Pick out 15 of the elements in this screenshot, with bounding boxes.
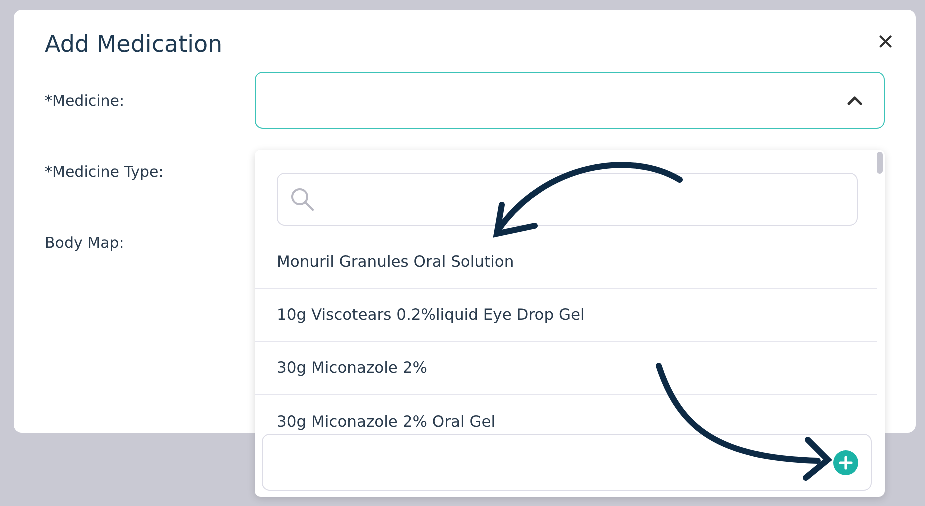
field-label: *Medicine: — [45, 92, 126, 110]
dropdown-option[interactable]: 30g Miconazole 2% — [255, 342, 877, 395]
new-option-field[interactable] — [262, 434, 872, 491]
dropdown-option[interactable]: Monuril Granules Oral Solution — [255, 236, 877, 289]
close-button[interactable]: × — [878, 28, 894, 56]
search-icon — [290, 186, 316, 212]
chevron-icon — [846, 94, 864, 106]
scrollbar[interactable] — [877, 152, 883, 174]
search-field[interactable] — [277, 173, 858, 226]
dialog-title: Add Medication — [45, 32, 224, 58]
dropdown-option[interactable]: 10g Viscotears 0.2%liquid Eye Drop Gel — [255, 289, 877, 342]
field-label: Body Map: — [45, 234, 126, 252]
add-icon[interactable] — [833, 450, 859, 476]
field-label: *Medicine Type: — [45, 162, 165, 180]
medicine-select[interactable] — [255, 72, 885, 129]
